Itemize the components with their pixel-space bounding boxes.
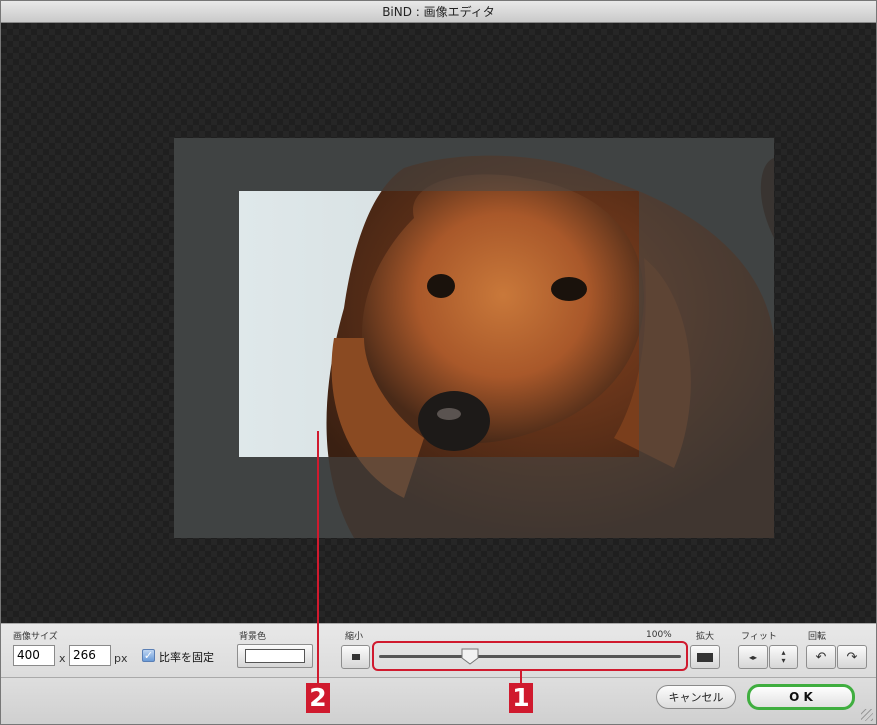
fit-vertical-icon: ▴ ▾	[781, 648, 786, 665]
cancel-button[interactable]: キャンセル	[656, 685, 736, 709]
enlarge-icon	[697, 652, 713, 662]
callout-2-badge: 2	[306, 683, 330, 713]
callout-2-line	[317, 431, 319, 683]
rotate-ccw-icon: ↶	[815, 649, 827, 665]
crop-area[interactable]	[239, 191, 639, 457]
size-x-separator: x	[59, 652, 66, 665]
fit-label: フィット	[741, 632, 777, 642]
bg-color-button[interactable]	[237, 644, 313, 668]
image-size-label: 画像サイズ	[13, 632, 58, 642]
fit-height-button[interactable]: ▴ ▾	[769, 645, 798, 669]
callout-1-badge: 1	[509, 683, 533, 713]
outside-crop-shade-right	[639, 191, 774, 457]
bg-color-swatch	[245, 649, 305, 663]
fix-ratio-checkbox[interactable]: ✓	[142, 649, 155, 662]
rotate-cw-icon: ↷	[846, 649, 858, 665]
zoom-slider-track[interactable]	[379, 655, 681, 658]
enlarge-button[interactable]	[690, 645, 720, 669]
rotate-right-button[interactable]: ↷	[837, 645, 867, 669]
fix-ratio-label: 比率を固定	[159, 651, 214, 664]
outside-crop-shade-bottom	[174, 457, 774, 538]
image-editor-window: BiND : 画像エディタ 画像サイズ 400 x 266 px ✓ 比率を固定…	[0, 0, 877, 725]
resize-grip-icon[interactable]	[861, 709, 873, 721]
image-width-field[interactable]: 400	[13, 645, 55, 666]
outside-crop-shade-left	[174, 191, 239, 457]
image-stage[interactable]	[174, 138, 774, 538]
shrink-icon	[351, 654, 360, 660]
shrink-label: 縮小	[345, 632, 364, 642]
enlarge-label: 拡大	[696, 632, 715, 642]
outside-crop-shade-top	[174, 138, 774, 191]
bg-color-label: 背景色	[239, 632, 267, 642]
size-unit: px	[114, 652, 128, 665]
window-title: BiND : 画像エディタ	[1, 1, 876, 23]
footer-bar	[1, 677, 876, 724]
rotate-label: 回転	[808, 632, 827, 642]
callout-1-line	[520, 670, 522, 683]
zoom-slider-highlight	[372, 641, 688, 671]
ok-button[interactable]: O K	[747, 684, 855, 710]
fit-width-button[interactable]: ◂▸	[738, 645, 768, 669]
image-height-field[interactable]: 266	[69, 645, 111, 666]
zoom-percent: 100%	[646, 630, 672, 640]
zoom-slider-thumb[interactable]	[461, 648, 479, 665]
rotate-left-button[interactable]: ↶	[806, 645, 836, 669]
fit-horizontal-icon: ◂▸	[748, 652, 758, 662]
shrink-button[interactable]	[341, 645, 370, 669]
